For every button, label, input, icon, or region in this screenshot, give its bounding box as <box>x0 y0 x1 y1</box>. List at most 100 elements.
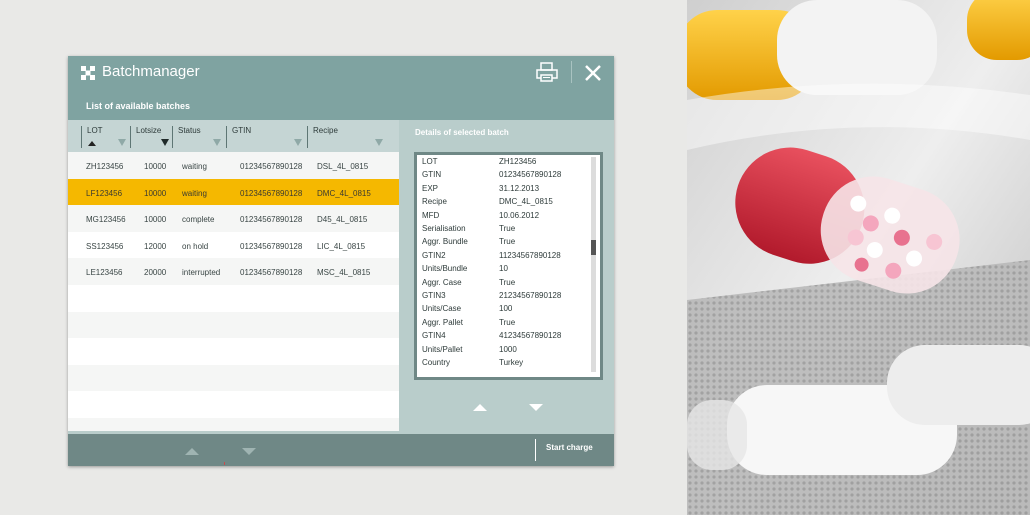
column-label-lot: LOT <box>87 126 103 135</box>
empty-row <box>68 338 399 365</box>
scrollbar-thumb[interactable] <box>591 240 596 255</box>
detail-key: Units/Case <box>422 304 462 314</box>
filter-icon[interactable] <box>294 139 302 146</box>
cell-recipe: DMC_4L_0815 <box>317 188 371 198</box>
column-label-lotsize: Lotsize <box>136 126 162 135</box>
column-label-recipe: Recipe <box>313 126 338 135</box>
detail-value: True <box>499 237 516 247</box>
batches-subtitle: List of available batches <box>86 101 191 111</box>
detail-key: GTIN4 <box>422 331 446 341</box>
cell-status: complete <box>182 215 215 225</box>
arrow-up-icon[interactable] <box>185 448 199 455</box>
footer-marker <box>224 462 225 465</box>
cell-recipe: D45_4L_0815 <box>317 215 368 225</box>
cell-lot: MG123456 <box>86 215 126 225</box>
detail-key: EXP <box>422 183 439 193</box>
titlebar: Batchmanager List of available batches <box>68 56 614 120</box>
empty-row <box>68 311 399 339</box>
filter-icon[interactable] <box>161 139 169 146</box>
detail-key: Units/Pallet <box>422 344 463 354</box>
filter-icon[interactable] <box>375 139 383 146</box>
cell-status: waiting <box>182 162 207 171</box>
empty-row <box>68 418 399 431</box>
detail-key: Aggr. Pallet <box>422 317 463 327</box>
detail-key: GTIN2 <box>422 250 446 260</box>
detail-key: GTIN3 <box>422 291 446 300</box>
arrow-up-icon[interactable] <box>473 404 487 411</box>
cell-gtin: 01234567890128 <box>240 241 303 251</box>
table-row[interactable]: SS123456 12000 on hold 01234567890128 LI… <box>68 231 399 259</box>
empty-row <box>68 391 399 418</box>
table-row[interactable]: ZH123456 10000 waiting 01234567890128 DS… <box>68 152 399 179</box>
cell-status: waiting <box>182 188 207 198</box>
details-scrollbar[interactable] <box>591 157 596 372</box>
arrow-down-icon[interactable] <box>242 448 256 455</box>
app-grid-icon <box>81 66 95 80</box>
table-row[interactable]: MG123456 10000 complete 01234567890128 D… <box>68 205 399 232</box>
detail-value: 21234567890128 <box>499 291 562 300</box>
table-row-selected[interactable]: LF123456 10000 waiting 01234567890128 DM… <box>68 178 399 206</box>
footer-bar: Start charge <box>68 434 614 466</box>
detail-key: Country <box>422 358 451 367</box>
cell-lot: ZH123456 <box>86 162 124 171</box>
detail-key: MFD <box>422 210 440 220</box>
arrow-down-icon[interactable] <box>529 404 543 411</box>
cell-gtin: 01234567890128 <box>240 188 303 198</box>
cell-gtin: 01234567890128 <box>240 162 303 171</box>
cell-lotsize: 20000 <box>144 268 167 278</box>
detail-key: Serialisation <box>422 224 466 233</box>
detail-value: 10.06.2012 <box>499 210 540 220</box>
column-header-recipe[interactable]: Recipe <box>307 126 385 148</box>
batch-table: ZH123456 10000 waiting 01234567890128 DS… <box>68 152 399 431</box>
sort-up-icon[interactable] <box>88 141 96 146</box>
detail-value: ZH123456 <box>499 157 537 166</box>
filter-icon[interactable] <box>213 139 221 146</box>
details-panel: LOT ZH123456 GTIN 01234567890128 EXP 31.12.… <box>414 152 603 380</box>
batchmanager-window: Batchmanager List of available batches L… <box>68 56 614 466</box>
detail-key: Units/Bundle <box>422 264 468 274</box>
detail-value: 10 <box>499 264 508 274</box>
details-title: Details of selected batch <box>415 128 509 137</box>
detail-value: True <box>499 224 516 233</box>
detail-value: 11234567890128 <box>499 250 561 260</box>
detail-value: 1000 <box>499 344 517 354</box>
detail-key: Aggr. Case <box>422 277 462 287</box>
column-header-status[interactable]: Status <box>172 126 226 148</box>
column-label-gtin: GTIN <box>232 126 252 135</box>
column-header-lotsize[interactable]: Lotsize <box>130 126 172 148</box>
cell-lotsize: 12000 <box>144 241 167 251</box>
cell-gtin: 01234567890128 <box>240 215 303 225</box>
table-row[interactable]: LE123456 20000 interrupted 0123456789012… <box>68 258 399 285</box>
column-label-status: Status <box>178 126 201 135</box>
cell-lot: LE123456 <box>86 268 123 278</box>
detail-value: True <box>499 277 516 287</box>
footer-divider <box>535 439 536 461</box>
cell-lotsize: 10000 <box>144 215 167 225</box>
detail-value: DMC_4L_0815 <box>499 197 553 207</box>
cell-recipe: DSL_4L_0815 <box>317 162 369 171</box>
filter-icon[interactable] <box>118 139 126 146</box>
cell-recipe: MSC_4L_0815 <box>317 268 371 278</box>
close-icon[interactable] <box>584 64 602 82</box>
window-title: Batchmanager <box>102 63 200 80</box>
detail-key: Recipe <box>422 197 447 207</box>
capsules-photo <box>687 0 1030 515</box>
start-charge-button[interactable]: Start charge <box>546 443 593 452</box>
column-header-gtin[interactable]: GTIN <box>226 126 307 148</box>
cell-gtin: 01234567890128 <box>240 268 303 278</box>
detail-value: 31.12.2013 <box>499 183 540 193</box>
capsules-image <box>687 0 1030 515</box>
column-header-lot[interactable]: LOT <box>81 126 130 148</box>
empty-row <box>68 285 399 312</box>
titlebar-divider <box>571 61 572 83</box>
cell-status: interrupted <box>182 268 221 278</box>
empty-row <box>68 364 399 392</box>
detail-key: Aggr. Bundle <box>422 237 468 247</box>
table-header: LOT Lotsize Status GTIN Recipe <box>68 120 399 152</box>
detail-value: True <box>499 317 516 327</box>
print-icon[interactable] <box>536 62 558 82</box>
cell-status: on hold <box>182 241 209 251</box>
cell-lot: SS123456 <box>86 241 124 251</box>
detail-value: 01234567890128 <box>499 170 562 180</box>
detail-value: Turkey <box>499 358 524 367</box>
